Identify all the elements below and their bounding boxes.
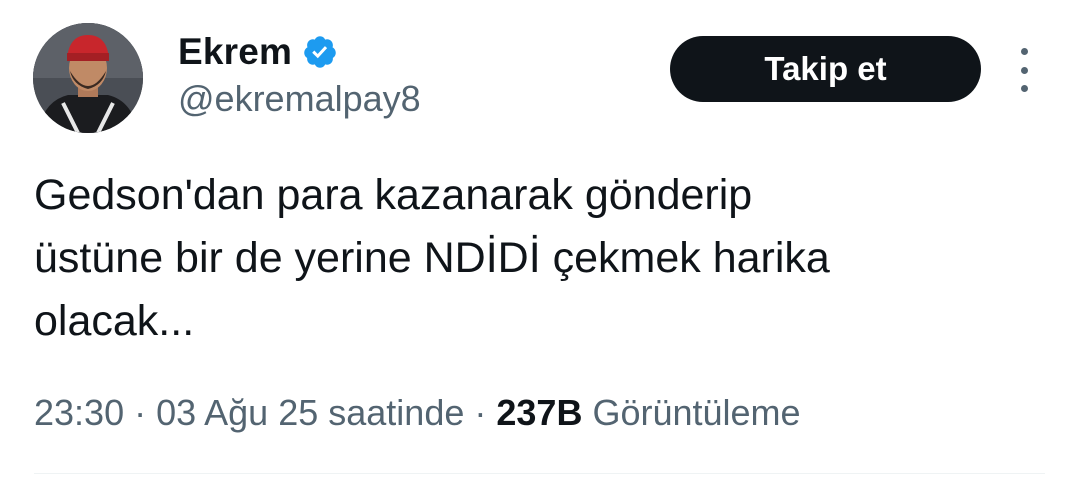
tweet-meta: 23:30 · 03 Ağu 25 saatinde · 237B Görünt… — [34, 392, 801, 434]
verified-badge-icon — [304, 36, 336, 68]
tweet-line: Gedson'dan para kazanarak gönderip — [34, 171, 753, 219]
user-handle[interactable]: @ekremalpay8 — [178, 78, 421, 120]
tweet-time[interactable]: 23:30 — [34, 392, 124, 434]
user-name-row: Ekrem — [178, 26, 338, 78]
tweet-line: üstüne bir de yerine NDİDİ çekmek harika — [34, 234, 830, 282]
tweet-line: olacak... — [34, 297, 195, 345]
follow-button[interactable]: Takip et — [670, 36, 981, 102]
vertical-ellipsis-icon — [1020, 66, 1028, 74]
more-options-button[interactable] — [1010, 48, 1038, 92]
vertical-ellipsis-icon — [1020, 85, 1028, 92]
profile-photo-icon — [33, 23, 143, 133]
user-name[interactable]: Ekrem — [178, 31, 292, 73]
tweet-text: Gedson'dan para kazanarak gönderip üstün… — [34, 164, 1034, 353]
tweet-date[interactable]: 03 Ağu 25 saatinde — [156, 392, 464, 434]
divider — [34, 473, 1045, 474]
avatar[interactable] — [33, 23, 143, 133]
view-count[interactable]: 237B — [496, 392, 582, 434]
vertical-ellipsis-icon — [1020, 48, 1028, 55]
meta-separator: · — [464, 392, 497, 433]
meta-separator: · — [124, 392, 157, 433]
view-count-label: Görüntüleme — [592, 392, 801, 433]
